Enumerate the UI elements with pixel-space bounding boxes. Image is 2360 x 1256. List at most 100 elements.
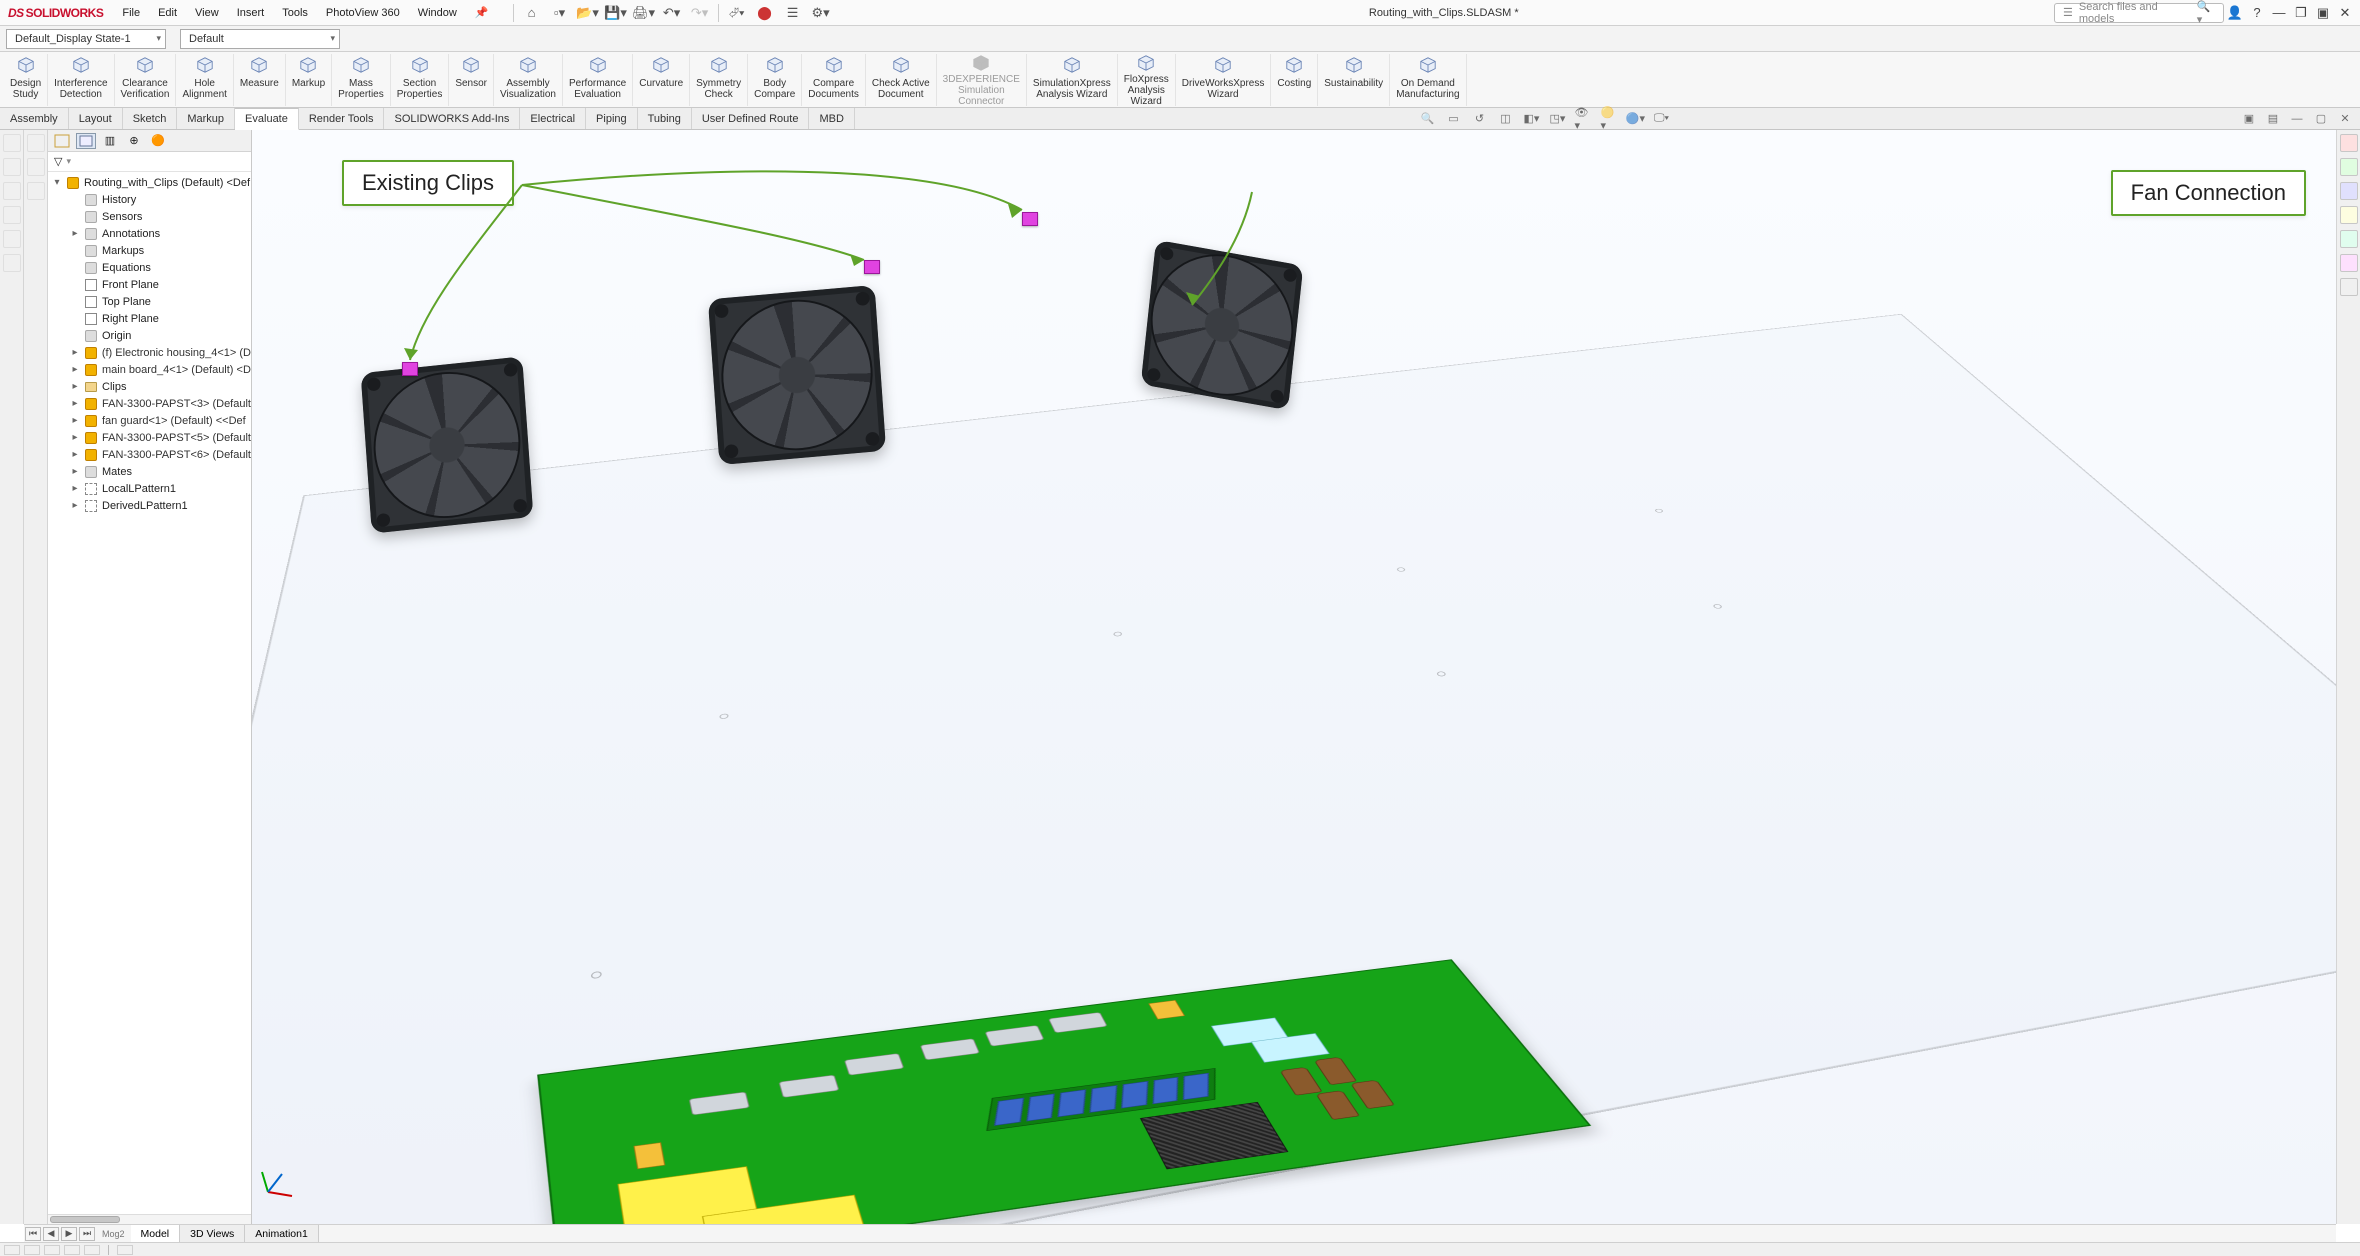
ribbon-hole-alignment[interactable]: Hole Alignment xyxy=(176,54,233,106)
feature-tree-filter[interactable]: ▽ ▾ xyxy=(48,152,251,172)
view-orientation-icon[interactable]: ◧▾ xyxy=(1522,111,1540,127)
status-btn-3[interactable] xyxy=(44,1245,60,1255)
cm-tab-markup[interactable]: Markup xyxy=(177,108,235,129)
minimize-icon[interactable]: — xyxy=(2268,3,2290,23)
ribbon-interference-detection[interactable]: Interference Detection xyxy=(48,54,114,106)
taskpane-forum-icon[interactable] xyxy=(2340,278,2358,296)
tab-nav-next[interactable]: ▶ xyxy=(61,1227,77,1241)
tree-item[interactable]: ▸FAN-3300-PAPST<6> (Default xyxy=(48,446,251,463)
tree-item[interactable]: ▸main board_4<1> (Default) <D xyxy=(48,361,251,378)
save-icon[interactable]: 💾▾ xyxy=(603,3,629,23)
previous-view-icon[interactable]: ↺ xyxy=(1470,111,1488,127)
status-btn-1[interactable] xyxy=(4,1245,20,1255)
new-icon[interactable]: ▫▾ xyxy=(547,3,573,23)
left2-tool-3[interactable] xyxy=(27,182,45,200)
left-tool-3[interactable] xyxy=(3,182,21,200)
left2-tool-2[interactable] xyxy=(27,158,45,176)
menu-file[interactable]: File xyxy=(113,7,149,19)
taskpane-resources-icon[interactable] xyxy=(2340,134,2358,152)
ribbon-design-study[interactable]: Design Study xyxy=(4,54,48,106)
viewport-expand1-icon[interactable]: ▣ xyxy=(2240,111,2258,127)
search-input[interactable]: ☰ Search files and models 🔍▾ xyxy=(2054,3,2224,23)
menu-tools[interactable]: Tools xyxy=(273,7,317,19)
undo-icon[interactable]: ↶▾ xyxy=(659,3,685,23)
tree-item[interactable]: ▸fan guard<1> (Default) <<Def xyxy=(48,412,251,429)
rebuild-icon[interactable]: ⬤ xyxy=(752,3,778,23)
menu-view[interactable]: View xyxy=(186,7,228,19)
options-icon[interactable]: ⚙▾ xyxy=(808,3,834,23)
tab-nav-last[interactable]: ⏭ xyxy=(79,1227,95,1241)
zoom-fit-icon[interactable]: 🔍 xyxy=(1418,111,1436,127)
ribbon-compare-documents[interactable]: Compare Documents xyxy=(802,54,866,106)
ribbon-assembly-visualization[interactable]: Assembly Visualization xyxy=(494,54,563,106)
tree-item[interactable]: Top Plane xyxy=(48,293,251,310)
tree-item[interactable]: Origin xyxy=(48,327,251,344)
left-tool-6[interactable] xyxy=(3,254,21,272)
fm-tab-dim-icon[interactable]: ⊕ xyxy=(124,133,144,149)
cm-tab-electrical[interactable]: Electrical xyxy=(520,108,586,129)
menu-overflow[interactable]: 📌 xyxy=(466,6,498,19)
bottom-tab-animation[interactable]: Animation1 xyxy=(245,1225,319,1242)
ribbon-section-properties[interactable]: Section Properties xyxy=(391,54,450,106)
fm-tab-display-icon[interactable]: 🟠 xyxy=(148,133,168,149)
taskpane-view-palette-icon[interactable] xyxy=(2340,206,2358,224)
ribbon-on-demand-manufacturing[interactable]: On Demand Manufacturing xyxy=(1390,54,1466,106)
select-icon[interactable]: ⮰▾ xyxy=(724,3,750,23)
tree-item[interactable]: Right Plane xyxy=(48,310,251,327)
menu-photoview[interactable]: PhotoView 360 xyxy=(317,7,409,19)
home-icon[interactable]: ⌂ xyxy=(519,3,545,23)
cm-tab-mbd[interactable]: MBD xyxy=(809,108,854,129)
menu-window[interactable]: Window xyxy=(409,7,466,19)
maximize-icon[interactable]: ▣ xyxy=(2312,3,2334,23)
tree-item[interactable]: ▸FAN-3300-PAPST<3> (Default xyxy=(48,395,251,412)
ribbon-3dexperience-simulation-connector[interactable]: 3DEXPERIENCE Simulation Connector xyxy=(937,54,1027,106)
ribbon-body-compare[interactable]: Body Compare xyxy=(748,54,802,106)
apply-scene-icon[interactable]: 🔵▾ xyxy=(1626,111,1644,127)
cm-tab-tubing[interactable]: Tubing xyxy=(638,108,692,129)
options-list-icon[interactable]: ☰ xyxy=(780,3,806,23)
tree-item[interactable]: Equations xyxy=(48,259,251,276)
view-settings-icon[interactable]: 🖵▾ xyxy=(1652,111,1670,127)
left-tool-1[interactable] xyxy=(3,134,21,152)
ribbon-measure[interactable]: Measure xyxy=(234,54,286,106)
help-icon[interactable]: ? xyxy=(2246,3,2268,23)
status-btn-2[interactable] xyxy=(24,1245,40,1255)
viewport-min-icon[interactable]: — xyxy=(2288,111,2306,127)
tree-item[interactable]: Markups xyxy=(48,242,251,259)
ribbon-performance-evaluation[interactable]: Performance Evaluation xyxy=(563,54,633,106)
feature-tree[interactable]: ▾ Routing_with_Clips (Default) <Def Hist… xyxy=(48,172,251,1214)
ribbon-curvature[interactable]: Curvature xyxy=(633,54,690,106)
taskpane-library-icon[interactable] xyxy=(2340,158,2358,176)
tree-item[interactable]: Front Plane xyxy=(48,276,251,293)
graphics-viewport[interactable]: Existing Clips Fan Connection xyxy=(252,130,2336,1224)
configuration-dropdown[interactable]: Default▾ xyxy=(180,29,340,49)
tree-item[interactable]: History xyxy=(48,191,251,208)
ribbon-mass-properties[interactable]: Mass Properties xyxy=(332,54,391,106)
tree-item[interactable]: ▸DerivedLPattern1 xyxy=(48,497,251,514)
open-icon[interactable]: 📂▾ xyxy=(575,3,601,23)
fm-tab-property-icon[interactable] xyxy=(76,133,96,149)
bottom-tab-model[interactable]: Model xyxy=(131,1225,181,1242)
left-tool-2[interactable] xyxy=(3,158,21,176)
tree-item[interactable]: ▸Mates xyxy=(48,463,251,480)
bottom-tab-3dviews[interactable]: 3D Views xyxy=(180,1225,245,1242)
print-icon[interactable]: 🖨▾ xyxy=(631,3,657,23)
tree-item[interactable]: ▸Clips xyxy=(48,378,251,395)
ribbon-costing[interactable]: Costing xyxy=(1271,54,1318,106)
taskpane-custom-props-icon[interactable] xyxy=(2340,254,2358,272)
left2-tool-1[interactable] xyxy=(27,134,45,152)
cm-tab-assembly[interactable]: Assembly xyxy=(0,108,69,129)
ribbon-sensor[interactable]: Sensor xyxy=(449,54,494,106)
ribbon-markup[interactable]: Markup xyxy=(286,54,332,106)
cm-tab-solidworks-add-ins[interactable]: SOLIDWORKS Add-Ins xyxy=(384,108,520,129)
tree-root[interactable]: ▾ Routing_with_Clips (Default) <Def xyxy=(48,174,251,191)
fm-tab-tree-icon[interactable] xyxy=(52,133,72,149)
cm-tab-piping[interactable]: Piping xyxy=(586,108,638,129)
ribbon-sustainability[interactable]: Sustainability xyxy=(1318,54,1390,106)
status-btn-4[interactable] xyxy=(64,1245,80,1255)
hide-show-icon[interactable]: 👁▾ xyxy=(1574,111,1592,127)
cm-tab-user-defined-route[interactable]: User Defined Route xyxy=(692,108,810,129)
status-units-icon[interactable] xyxy=(117,1245,133,1255)
viewport-close-icon[interactable]: ✕ xyxy=(2336,111,2354,127)
ribbon-check-active-document[interactable]: Check Active Document xyxy=(866,54,937,106)
